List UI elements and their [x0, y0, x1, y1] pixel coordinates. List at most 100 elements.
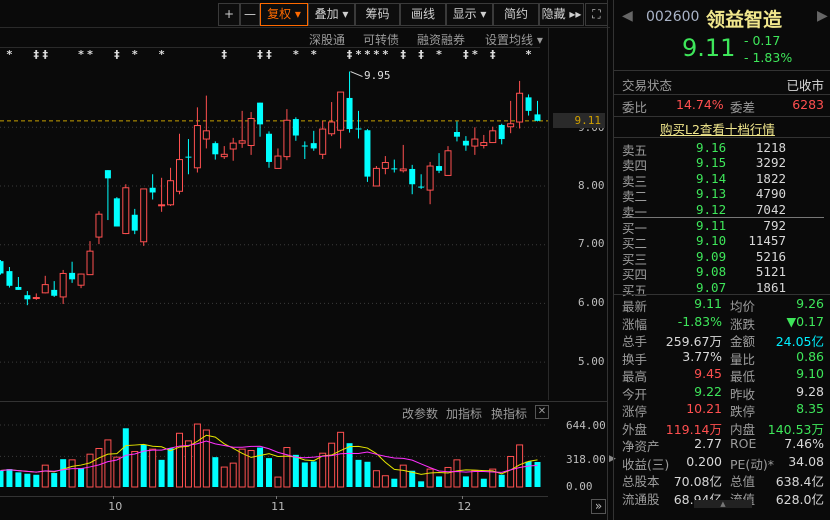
price-tick: 6.00	[578, 296, 605, 309]
stat-label: 涨停	[622, 404, 648, 419]
volume-bar	[41, 464, 49, 488]
stat-label: 内盘	[730, 421, 756, 437]
candle-body	[229, 142, 237, 150]
stat-value: 34.08	[788, 453, 824, 469]
volume-tick: 318.00	[566, 453, 606, 466]
volume-bar	[149, 448, 157, 488]
candle	[444, 146, 452, 176]
candle-body	[436, 166, 443, 171]
volume-bar	[274, 476, 282, 488]
volume-bar	[184, 440, 192, 488]
stat-label: 总手	[622, 334, 648, 349]
stat-value: 9.26	[796, 296, 824, 311]
stat-label: ROE	[730, 436, 757, 451]
volume-bar	[319, 452, 327, 488]
candle	[86, 241, 94, 276]
candle-body	[24, 295, 31, 300]
candle	[372, 166, 380, 187]
divider	[614, 70, 830, 71]
status-value: 已收市	[786, 78, 824, 93]
candle-body	[498, 124, 505, 140]
candle-body	[86, 250, 94, 276]
prev-stock-arrow-icon[interactable]: ◀	[622, 8, 633, 24]
l2-purchase-link[interactable]: 购买L2查看十档行情	[660, 119, 775, 138]
volume-bar	[167, 448, 174, 487]
volume-bar	[24, 473, 31, 487]
volume-bar	[158, 459, 165, 487]
date-axis-line	[0, 496, 548, 497]
candle-body	[516, 92, 524, 123]
next-stock-arrow-icon[interactable]: ▶	[817, 8, 828, 24]
volume-bar	[444, 466, 452, 488]
candle-body	[257, 102, 264, 125]
volume-bar	[355, 459, 362, 487]
candle	[516, 80, 524, 129]
date-tick: 11	[271, 500, 286, 513]
candle-body	[69, 272, 76, 280]
stat-value: -1.83%	[677, 313, 722, 329]
candle	[32, 293, 40, 300]
volume-bar	[15, 472, 22, 487]
ask-volume: 7042	[755, 201, 786, 217]
candle-body	[489, 130, 497, 144]
stat-value: 10.21	[686, 401, 722, 416]
candle	[319, 120, 327, 159]
candle-body	[418, 186, 425, 188]
divider	[614, 294, 830, 295]
candle-body	[193, 125, 201, 169]
stat-label: 外盘	[622, 421, 648, 437]
volume-bar	[372, 470, 380, 488]
ask-price: 9.13	[696, 186, 727, 202]
high-price-arrow	[350, 71, 363, 77]
stat-value: 9.45	[694, 366, 722, 381]
candle	[193, 107, 201, 173]
bid-price: 9.08	[696, 264, 727, 280]
candle	[274, 148, 282, 169]
volume-bar	[257, 447, 264, 487]
stat-value: 9.10	[796, 366, 824, 381]
candle	[328, 102, 336, 137]
candle	[337, 91, 345, 149]
scroll-right-button[interactable]: »	[591, 499, 606, 514]
candle-body	[337, 91, 345, 131]
candle	[122, 184, 130, 235]
divider	[614, 137, 830, 138]
volume-bar	[436, 476, 443, 487]
volume-bar	[399, 464, 407, 488]
candle-body	[364, 130, 371, 177]
candle	[6, 267, 13, 288]
volume-bar	[131, 450, 139, 488]
volume-bar	[104, 439, 112, 488]
candle-body	[381, 162, 389, 169]
candle-body	[131, 214, 138, 231]
candle	[257, 102, 264, 137]
candlestick-chart[interactable]	[0, 0, 548, 400]
date-tick-mark	[113, 496, 115, 499]
collapse-handle[interactable]: ▲	[694, 500, 752, 508]
bid-price: 9.10	[696, 233, 727, 249]
candle-body	[480, 142, 488, 146]
candle-body	[95, 213, 103, 238]
stat-row: 最高 9.45 最低 9.10	[614, 366, 824, 384]
candle	[77, 273, 85, 289]
candle-body	[41, 284, 49, 294]
candle-body	[220, 153, 228, 158]
candle-body	[122, 187, 130, 235]
candle-body	[202, 130, 210, 140]
candle	[212, 141, 219, 160]
date-tick-mark	[462, 496, 464, 499]
stat-label: 流通股	[622, 491, 660, 507]
volume-bar	[212, 457, 219, 487]
fullscreen-icon[interactable]: ⛶	[585, 3, 608, 26]
volume-bar	[346, 443, 353, 487]
candle	[409, 164, 416, 195]
candle-body	[471, 138, 479, 147]
candle-body	[274, 155, 282, 169]
candle-body	[212, 143, 219, 155]
candle	[391, 159, 398, 173]
candle	[507, 100, 515, 134]
candle	[15, 276, 22, 290]
price-axis-border	[548, 28, 549, 400]
stat-label: 量比	[730, 351, 756, 367]
candle-body	[328, 121, 336, 135]
